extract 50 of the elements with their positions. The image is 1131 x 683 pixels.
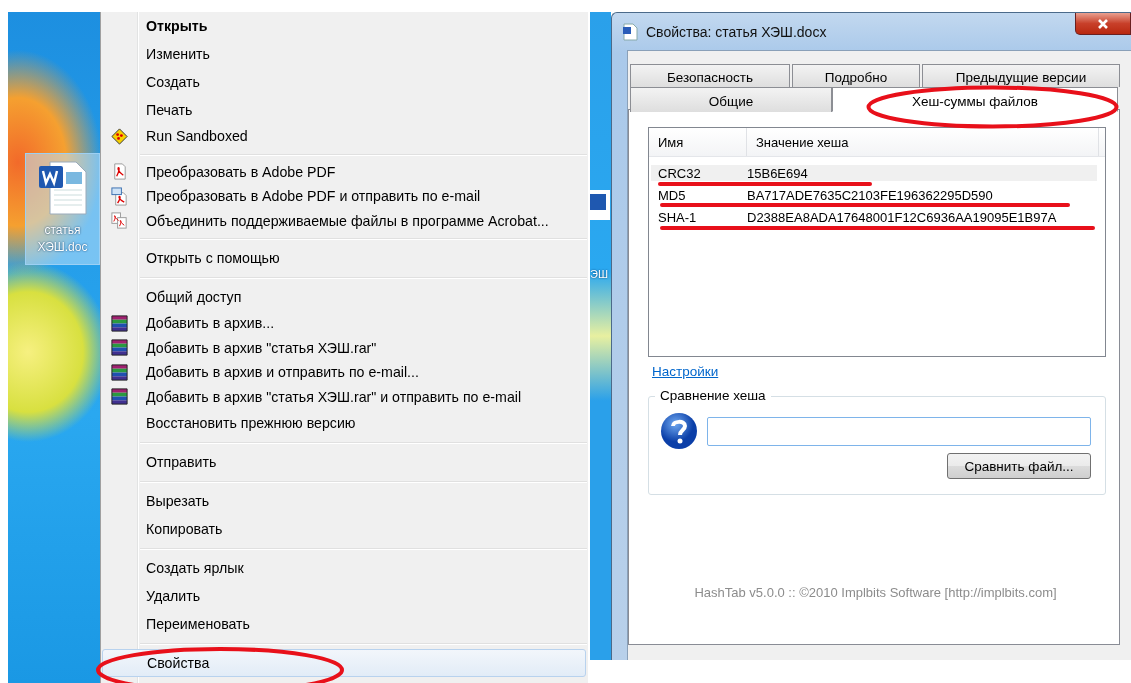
compare-file-button[interactable]: Сравнить файл...	[947, 453, 1091, 479]
tab[interactable]: Предыдущие версии	[922, 64, 1120, 87]
tab[interactable]: Безопасность	[630, 64, 790, 87]
sandbox-icon	[110, 126, 129, 146]
menu-item[interactable]: Преобразовать в Adobe PDF и отправить по e-mail	[138, 184, 586, 209]
menu-item[interactable]: Печать	[138, 96, 586, 124]
menu-item[interactable]: Копировать	[138, 515, 586, 543]
list-row[interactable]: SHA-1 D2388EA8ADA17648001F12C6936AA19095E1B97A	[651, 209, 1097, 225]
column-header[interactable]: Имя	[649, 128, 747, 156]
window-title: Свойства: статья ХЭШ.docx	[646, 23, 827, 40]
tab[interactable]: Общие	[630, 87, 832, 112]
books-icon	[110, 387, 129, 407]
question-icon	[660, 411, 700, 451]
group-legend: Сравнение хеша	[655, 388, 771, 404]
close-button[interactable]	[1075, 13, 1131, 35]
menu-item[interactable]: Отправить	[138, 448, 586, 476]
menu-item[interactable]: Объединить поддерживаемые файлы в программе Acrobat...	[138, 208, 586, 233]
menu-item[interactable]: Восстановить прежнюю версию	[138, 409, 586, 437]
books-icon	[110, 313, 129, 333]
tab[interactable]: Подробно	[792, 64, 920, 87]
menu-item[interactable]: Добавить в архив и отправить по e-mail...	[138, 360, 586, 385]
menu-item[interactable]: Общий доступ	[138, 283, 586, 311]
books-icon	[110, 362, 129, 382]
close-icon	[1097, 17, 1109, 30]
document-icon	[622, 22, 638, 41]
books-icon	[110, 338, 129, 358]
pdf-combine-icon	[110, 211, 129, 231]
hash-input-field[interactable]	[707, 416, 1091, 446]
column-header[interactable]: Значение хеша	[747, 128, 1099, 156]
menu-item[interactable]: Добавить в архив...	[138, 311, 586, 336]
file-label: ЭШ	[590, 268, 608, 280]
footer-text: HashTab v5.0.0 :: ©2010 Implbits Software [http://implbits.com]	[694, 585, 1057, 600]
menu-item[interactable]: Добавить в архив "статья ХЭШ.rar"	[138, 335, 586, 360]
menu-item[interactable]: Переименовать	[138, 610, 586, 638]
settings-link[interactable]: Настройки	[652, 364, 719, 379]
list-row[interactable]: CRC32 15B6E694	[651, 165, 1097, 181]
menu-item[interactable]: Открыть с помощью	[138, 244, 586, 272]
pdf-mail-icon	[110, 186, 129, 206]
menu-item[interactable]: Создать	[138, 68, 586, 96]
menu-item[interactable]: Преобразовать в Adobe PDF	[138, 159, 586, 184]
menu-item[interactable]: Добавить в архив "статья ХЭШ.rar" и отправить по e-mail	[138, 384, 586, 409]
menu-item[interactable]: Изменить	[138, 40, 586, 68]
file-label: статья ХЭШ.doc	[36, 222, 89, 256]
menu-item[interactable]: Свойства	[102, 649, 586, 677]
list-row[interactable]: MD5 BA717ADE7635C2103FE196362295D590	[651, 187, 1097, 203]
menu-item[interactable]: Удалить	[138, 582, 586, 610]
menu-item[interactable]: Run Sandboxed	[138, 124, 586, 149]
menu-item[interactable]: Вырезать	[138, 487, 586, 515]
menu-item[interactable]: Создать ярлык	[138, 554, 586, 582]
menu-item[interactable]: Открыть	[138, 12, 586, 40]
